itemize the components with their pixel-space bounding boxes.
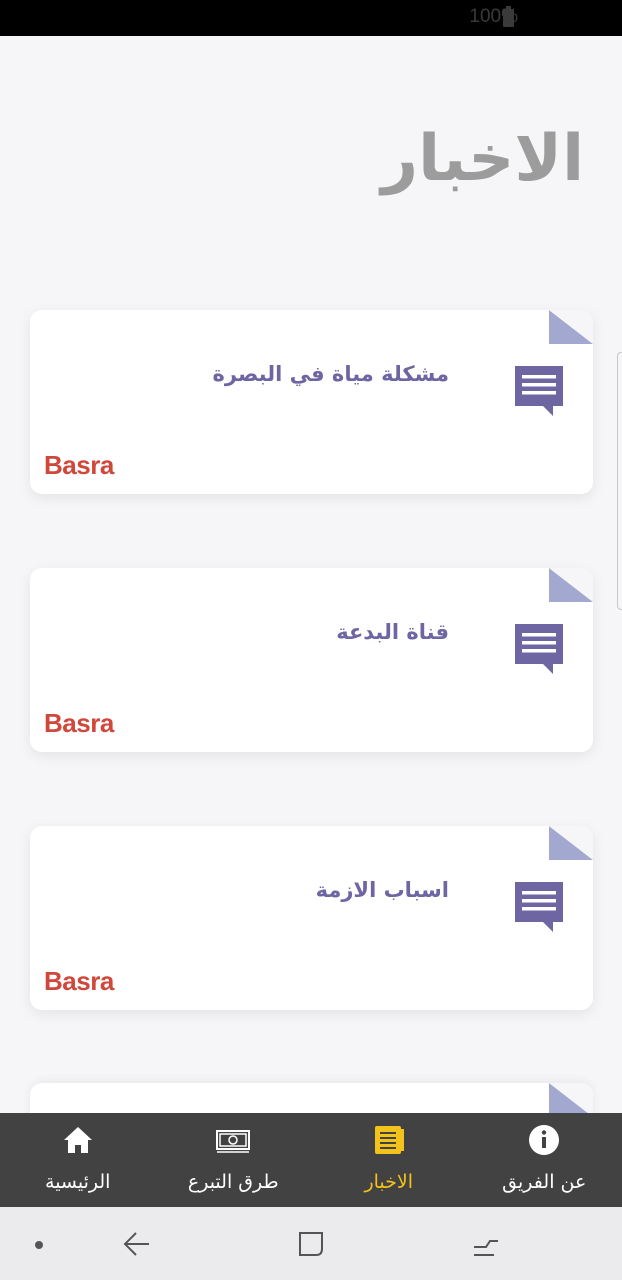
page-fold-icon [549,1083,593,1117]
nav-item-home[interactable]: الرئيسية [0,1113,156,1207]
bottom-navigation: الرئيسية طرق التبرع الاخبار عن الفريق [0,1113,622,1207]
chat-icon [513,880,567,934]
chat-icon [513,364,567,418]
nav-label-news: الاخبار [364,1171,414,1193]
info-icon [527,1123,561,1157]
news-location: Basra [44,450,114,480]
battery-icon [503,6,514,27]
page-fold-icon [549,826,593,860]
news-card[interactable]: مشكلة مياة في البصرة Basra [30,310,593,494]
news-headline: اسباب الازمة [315,878,449,902]
nav-item-donate[interactable]: طرق التبرع [156,1113,312,1207]
home-icon [61,1123,95,1157]
recent-apps-icon[interactable] [468,1227,502,1261]
back-icon[interactable] [120,1227,154,1261]
home-button-icon[interactable] [294,1227,328,1261]
page-fold-icon [549,310,593,344]
dot-icon[interactable] [22,1227,56,1261]
news-location: Basra [44,708,114,738]
news-card[interactable]: اسباب الازمة Basra [30,826,593,1010]
nav-label-about: عن الفريق [502,1171,587,1193]
news-card[interactable]: قناة البدعة Basra [30,568,593,752]
nav-label-home: الرئيسية [45,1171,111,1193]
chat-icon [513,622,567,676]
page-fold-icon [549,568,593,602]
news-headline: مشكلة مياة في البصرة [212,362,450,386]
news-location: Basra [44,966,114,996]
news-headline: قناة البدعة [336,620,449,644]
nav-label-donate: طرق التبرع [187,1171,279,1193]
status-bar: 100% [0,0,622,36]
page-title: الاخبار [381,122,584,196]
nav-item-about[interactable]: عن الفريق [467,1113,622,1207]
news-icon [372,1123,406,1157]
nav-item-news[interactable]: الاخبار [311,1113,467,1207]
money-icon [216,1123,251,1157]
system-navigation-bar [0,1207,622,1280]
scroll-indicator[interactable] [617,352,622,610]
